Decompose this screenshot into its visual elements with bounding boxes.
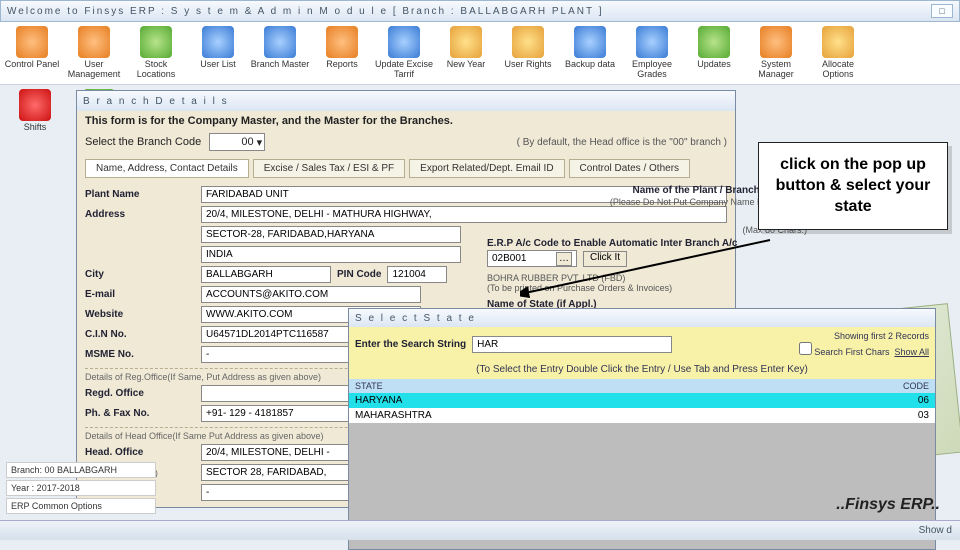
address-line2-input[interactable]: SECTOR-28, FARIDABAD,HARYANA — [201, 226, 461, 243]
company-name-text: BOHRA RUBBER PVT. LTD (FBD) — [487, 273, 807, 283]
pin-input[interactable]: 121004 — [387, 266, 447, 283]
instruction-callout: click on the pop up button & select your… — [758, 142, 948, 230]
status-text: Show d — [919, 525, 952, 536]
toolbar-icon — [264, 26, 296, 58]
col-code: CODE — [855, 379, 935, 393]
window-title: Welcome to Finsys ERP : S y s t e m & A … — [7, 6, 928, 17]
website-label: Website — [85, 309, 195, 320]
col-state: STATE — [349, 379, 855, 393]
toolbar-user-rights[interactable]: User Rights — [498, 26, 558, 80]
maximize-icon[interactable]: □ — [931, 4, 953, 18]
titlebar: Welcome to Finsys ERP : S y s t e m & A … — [0, 0, 960, 22]
toolbar-icon — [822, 26, 854, 58]
toolbar-icon — [388, 26, 420, 58]
branch-tabs: Name, Address, Contact DetailsExcise / S… — [77, 157, 735, 180]
footer-branch: Branch: 00 BALLABGARH — [6, 462, 156, 478]
search-string-input[interactable]: HAR — [472, 336, 672, 353]
tab-2[interactable]: Export Related/Dept. Email ID — [409, 159, 564, 178]
toolbar-icon — [326, 26, 358, 58]
toolbar-icon — [202, 26, 234, 58]
toolbar-employee-grades[interactable]: Employee Grades — [622, 26, 682, 80]
finsys-logo: ..Finsys ERP.. — [836, 496, 940, 514]
statusbar: Show d — [0, 520, 960, 540]
pin-label: PIN Code — [337, 269, 381, 280]
footer-options[interactable]: ERP Common Options — [6, 498, 156, 514]
plant-name-label: Plant Name — [85, 189, 195, 200]
toolbar-icon — [760, 26, 792, 58]
state-table: STATE CODE HARYANA 06 MAHARASHTRA 03 — [349, 379, 935, 423]
toolbar-icon — [636, 26, 668, 58]
email-label: E-mail — [85, 289, 195, 300]
branch-window-title[interactable]: B r a n c h D e t a i l s — [77, 91, 735, 111]
branch-select-hint: ( By default, the Head office is the "00… — [517, 137, 727, 148]
footer-year: Year : 2017-2018 — [6, 480, 156, 496]
cin-label: C.I.N No. — [85, 329, 195, 340]
branch-select-row: Select the Branch Code 00 ▾ ( By default… — [77, 131, 735, 157]
toolbar-control-panel[interactable]: Control Panel — [2, 26, 62, 80]
branch-code-select[interactable]: 00 ▾ — [209, 133, 265, 151]
branch-select-label: Select the Branch Code — [85, 136, 201, 148]
toolbar-icon — [19, 89, 51, 121]
search-first-chars-checkbox[interactable] — [799, 342, 812, 355]
tab-3[interactable]: Control Dates / Others — [569, 159, 690, 178]
address-label: Address — [85, 209, 195, 220]
left-footer: Branch: 00 BALLABGARH Year : 2017-2018 E… — [6, 460, 156, 514]
click-it-button[interactable]: Click It — [583, 251, 627, 267]
toolbar-updates[interactable]: Updates — [684, 26, 744, 80]
toolbar-backup-data[interactable]: Backup data — [560, 26, 620, 80]
email-input[interactable]: ACCOUNTS@AKITO.COM — [201, 286, 421, 303]
select-state-title[interactable]: S e l e c t S t a t e — [349, 309, 935, 327]
select-state-hint: (To Select the Entry Double Click the En… — [349, 362, 935, 379]
toolbar-update-excise-tarrif[interactable]: Update Excise Tarrif — [374, 26, 434, 80]
tab-1[interactable]: Excise / Sales Tax / ESI & PF — [253, 159, 405, 178]
toolbar-icon — [16, 26, 48, 58]
company-name-hint: (To be printed on Purchase Orders & Invo… — [487, 283, 807, 293]
msme-label: MSME No. — [85, 349, 195, 360]
toolbar-reports[interactable]: Reports — [312, 26, 372, 80]
toolbar-icon — [574, 26, 606, 58]
address-line3-input[interactable]: INDIA — [201, 246, 461, 263]
erp-code-input[interactable]: 02B001 … — [487, 250, 577, 267]
toolbar-shifts[interactable]: Shifts — [6, 89, 64, 133]
main-toolbar: Control PanelUser ManagementStock Locati… — [0, 22, 960, 85]
tab-0[interactable]: Name, Address, Contact Details — [85, 159, 249, 178]
showing-records-text: Showing first 2 Records — [799, 331, 929, 342]
show-all-link[interactable]: Show All — [894, 347, 929, 357]
erp-code-label: E.R.P A/c Code to Enable Automatic Inter… — [487, 238, 807, 249]
city-label: City — [85, 269, 195, 280]
toolbar-icon — [698, 26, 730, 58]
toolbar-new-year[interactable]: New Year — [436, 26, 496, 80]
toolbar-icon — [450, 26, 482, 58]
toolbar-branch-master[interactable]: Branch Master — [250, 26, 310, 80]
reg-office-label: Regd. Office — [85, 388, 195, 399]
toolbar-icon — [140, 26, 172, 58]
ph-fax-label: Ph. & Fax No. — [85, 408, 195, 419]
toolbar-user-management[interactable]: User Management — [64, 26, 124, 80]
toolbar-system-manager[interactable]: System Manager — [746, 26, 806, 80]
toolbar-stock-locations[interactable]: Stock Locations — [126, 26, 186, 80]
state-table-header: STATE CODE — [349, 379, 935, 393]
toolbar-icon — [512, 26, 544, 58]
head-office-label: Head. Office — [85, 447, 195, 458]
erp-lookup-button[interactable]: … — [556, 252, 572, 266]
city-input[interactable]: BALLABGARH — [201, 266, 331, 283]
table-row[interactable]: MAHARASHTRA 03 — [349, 408, 935, 423]
branch-heading: This form is for the Company Master, and… — [77, 111, 735, 131]
toolbar-allocate-options[interactable]: Allocate Options — [808, 26, 868, 80]
table-row[interactable]: HARYANA 06 — [349, 393, 935, 408]
toolbar-icon — [78, 26, 110, 58]
toolbar-user-list[interactable]: User List — [188, 26, 248, 80]
search-string-label: Enter the Search String — [355, 339, 466, 350]
